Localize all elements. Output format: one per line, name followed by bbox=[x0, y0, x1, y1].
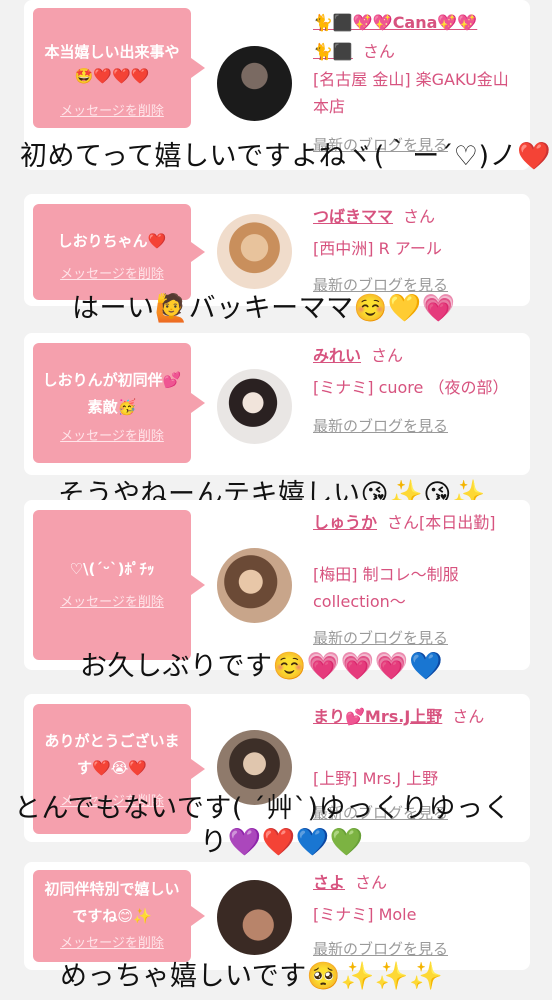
message-bubble: ♡\(ˊᵕˋ)ﾎﾟﾁｯ メッセージを削除 bbox=[33, 510, 205, 660]
avatar[interactable] bbox=[217, 548, 292, 623]
avatar[interactable] bbox=[217, 880, 292, 955]
shop-name[interactable]: [ミナミ] Mole bbox=[313, 901, 523, 928]
delete-message-link[interactable]: メッセージを削除 bbox=[60, 932, 164, 951]
delete-message-link[interactable]: メッセージを削除 bbox=[60, 591, 164, 610]
reply-text-line-2: り💜❤️💙💚 bbox=[200, 827, 364, 858]
sender-info: みれい さん [ミナミ] cuore （夜の部） 最新のブログを見る bbox=[313, 341, 523, 437]
honorific: さん bbox=[362, 42, 395, 61]
honorific: さん bbox=[403, 207, 436, 226]
honorific: さん[本日出勤] bbox=[387, 513, 496, 532]
message-text: しおりちゃん❤️ bbox=[57, 232, 167, 250]
message-text: 初同伴特別で嬉しいですね😊✨ bbox=[44, 880, 180, 925]
message-text: 本当嬉しい出来事や🤩❤️❤️❤️ bbox=[44, 43, 180, 85]
sender-name[interactable]: しゅうか bbox=[313, 513, 377, 532]
sender-name[interactable]: つばきママ bbox=[313, 207, 393, 226]
reply-text: めっちゃ嬉しいです🥺✨✨✨ bbox=[60, 961, 444, 992]
message-text: ♡\(ˊᵕˋ)ﾎﾟﾁｯ bbox=[69, 560, 155, 578]
avatar[interactable] bbox=[217, 46, 292, 121]
latest-blog-link[interactable]: 最新のブログを見る bbox=[313, 415, 523, 437]
delete-message-link[interactable]: メッセージを削除 bbox=[60, 425, 164, 444]
sender-info: さよ さん [ミナミ] Mole 最新のブログを見る bbox=[313, 868, 523, 960]
reply-text: はーい🙋バッキーママ☺️💛💗 bbox=[72, 293, 456, 324]
message-bubble: 本当嬉しい出来事や🤩❤️❤️❤️ メッセージを削除 bbox=[33, 8, 205, 128]
honorific: さん bbox=[355, 873, 388, 892]
delete-message-link[interactable]: メッセージを削除 bbox=[60, 100, 164, 119]
sender-name-sub[interactable]: 🐈⬛ bbox=[313, 42, 353, 61]
shop-name[interactable]: [名古屋 金山] 楽GAKU金山本店 bbox=[313, 66, 513, 120]
avatar[interactable] bbox=[217, 369, 292, 444]
sender-info: つばきママ さん [西中洲] R アール 最新のブログを見る bbox=[313, 202, 523, 296]
sender-name[interactable]: 🐈⬛💖💖Cana💖💖 bbox=[313, 13, 477, 32]
shop-name[interactable]: [梅田] 制コレ～制服collection～ bbox=[313, 561, 513, 615]
honorific: さん bbox=[452, 707, 485, 726]
sender-name[interactable]: さよ bbox=[313, 873, 345, 892]
sender-info: しゅうか さん[本日出勤] [梅田] 制コレ～制服collection～ 最新のブ… bbox=[313, 508, 523, 649]
message-bubble: 初同伴特別で嬉しいですね😊✨ メッセージを削除 bbox=[33, 870, 205, 962]
reply-text: 初めてって嬉しいですよねヾ(｀ー´♡)ノ❤️ bbox=[20, 141, 552, 172]
shop-name[interactable]: [西中洲] R アール bbox=[313, 235, 523, 262]
shop-name[interactable]: [ミナミ] cuore （夜の部） bbox=[313, 374, 513, 401]
sender-name[interactable]: みれい bbox=[313, 346, 361, 365]
delete-message-link[interactable]: メッセージを削除 bbox=[60, 263, 164, 282]
message-text: ありがとうございます❤️😭❤️ bbox=[44, 732, 180, 777]
message-text: しおりんが初同伴💕素敵🥳 bbox=[42, 371, 182, 416]
message-card: しおりんが初同伴💕素敵🥳 メッセージを削除 みれい さん [ミナミ] cuore … bbox=[24, 333, 530, 475]
honorific: さん bbox=[371, 346, 404, 365]
avatar[interactable] bbox=[217, 214, 292, 289]
message-bubble: しおりんが初同伴💕素敵🥳 メッセージを削除 bbox=[33, 343, 205, 463]
reply-text: お久しぶりです☺️💗💗💗💙 bbox=[80, 651, 444, 682]
sender-name[interactable]: まり💕Mrs.J上野 bbox=[313, 707, 442, 726]
